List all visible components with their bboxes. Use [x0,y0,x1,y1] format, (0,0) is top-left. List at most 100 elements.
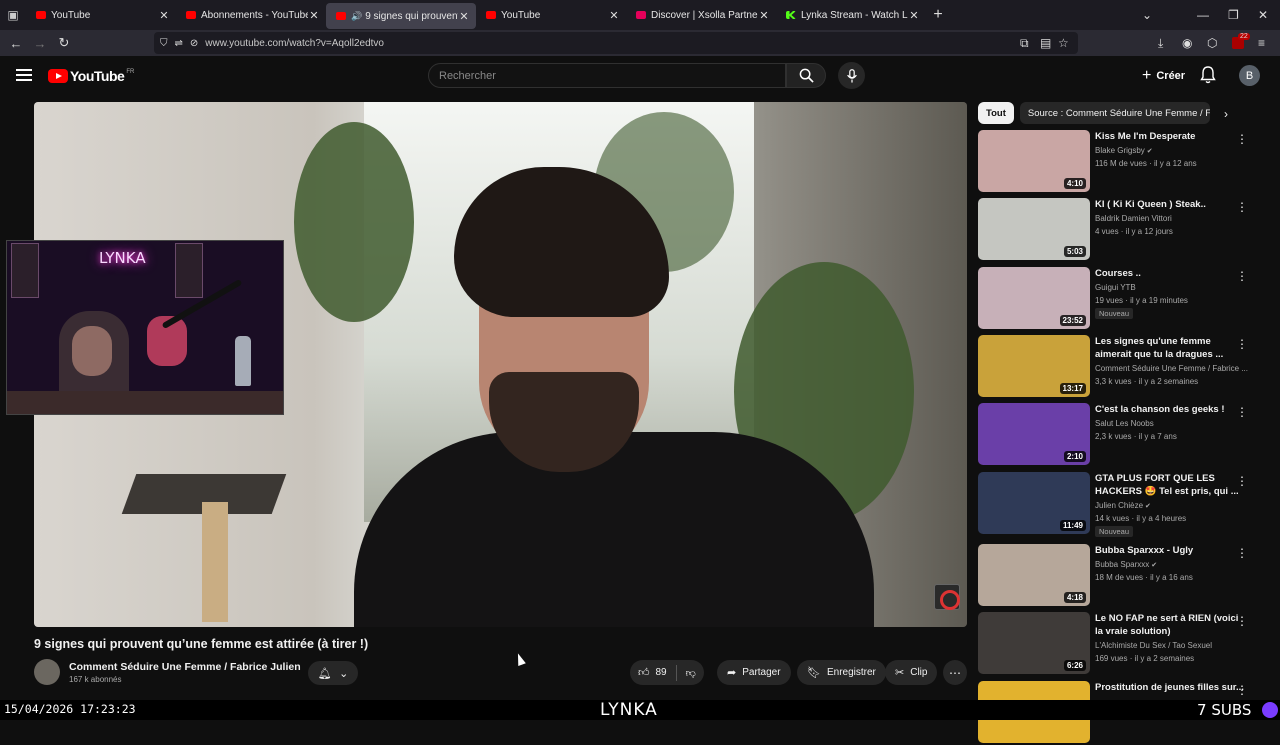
recommendation-item[interactable]: 13:17 Les signes qu'une femme aimerait qu… [978,335,1268,399]
recommendation-item[interactable]: 23:52 Courses .. Guigui YTB 19 vues · il y … [978,267,1268,331]
speaker-icon[interactable]: 🔊 [351,11,362,22]
more-actions-icon[interactable]: ⋯ [943,660,967,685]
hamburger-menu-icon[interactable] [16,69,32,81]
video-thumbnail[interactable]: 4:10 [978,130,1090,192]
browser-tab[interactable]: Discover | Xsolla Partner Netwo ✕ [626,0,776,30]
tab-list-icon[interactable]: ▣ [0,0,26,30]
kebab-menu-icon[interactable]: ⋮ [1236,337,1248,351]
bookmark-star-icon[interactable]: ☆ [1058,30,1069,56]
video-thumbnail[interactable]: 23:52 [978,267,1090,329]
kebab-menu-icon[interactable]: ⋮ [1236,405,1248,419]
app-menu-icon[interactable]: ≡ [1258,30,1265,56]
recommendation-channel[interactable]: Baldrik Damien Vittori [1095,212,1250,225]
browser-tab[interactable]: YouTube ✕ [26,0,176,30]
ublock-icon[interactable]: 22 [1232,30,1250,56]
recommendation-item[interactable]: 2:10 C'est la chanson des geeks ! Salut Le… [978,403,1268,467]
recommendation-channel[interactable]: Bubba Sparxxx ✔ [1095,558,1250,572]
recommendation-item[interactable]: 5:03 KI ( Ki Ki Queen ) Steak.. Baldrik Da… [978,198,1268,262]
recommendation-item[interactable]: 6:26 Le NO FAP ne sert à RIEN (voici la v… [978,612,1268,676]
recommendation-channel[interactable]: Julien Chièze ✔ [1095,499,1250,513]
new-tab-button[interactable]: + [926,6,950,24]
picture-in-picture-icon[interactable]: ⧉ [1020,30,1029,56]
recommendation-channel[interactable]: Comment Séduire Une Femme / Fabrice ... [1095,362,1250,375]
close-tab-icon[interactable]: ✕ [158,9,170,22]
account-icon[interactable]: ◉ [1182,30,1192,56]
recommendation-channel[interactable]: Salut Les Noobs [1095,417,1250,430]
youtube-logo[interactable]: YouTube FR [48,68,134,84]
account-avatar[interactable]: B [1239,65,1260,86]
reload-icon[interactable]: ↻ [52,35,76,51]
kebab-menu-icon[interactable]: ⋮ [1236,683,1248,697]
create-button[interactable]: + Créer [1132,63,1195,88]
recommendation-item[interactable]: 11:49 GTA PLUS FORT QUE LES HACKERS 🤩 Tel… [978,472,1268,537]
recommendation-title[interactable]: KI ( Ki Ki Queen ) Steak.. [1095,198,1247,211]
channel-avatar[interactable] [34,659,60,685]
video-thumbnail[interactable]: 4:18 [978,544,1090,606]
close-tab-icon[interactable]: ✕ [608,9,620,22]
forward-icon[interactable]: → [28,36,52,51]
chip-all[interactable]: Tout [978,102,1014,124]
downloads-icon[interactable]: ⤓ [1158,30,1163,56]
recommendation-title[interactable]: GTA PLUS FORT QUE LES HACKERS 🤩 Tel est … [1095,472,1247,498]
share-button[interactable]: ➦ Partager [717,660,791,685]
close-tab-icon[interactable]: ✕ [758,9,770,22]
kebab-menu-icon[interactable]: ⋮ [1236,269,1248,283]
recommendation-meta: 14 k vues · il y a 4 heures [1095,514,1187,523]
search-button[interactable] [786,63,826,88]
video-thumbnail[interactable]: 11:49 [978,472,1090,534]
recommendation-title[interactable]: C'est la chanson des geeks ! [1095,403,1247,416]
recommendation-title[interactable]: Bubba Sparxxx - Ugly [1095,544,1247,557]
close-window-button[interactable]: ✕ [1258,0,1268,30]
maximize-button[interactable]: ❐ [1228,0,1239,30]
close-tab-icon[interactable]: ✕ [458,10,470,23]
recommendation-channel[interactable]: Guigui YTB [1095,281,1250,294]
channel-name[interactable]: Comment Séduire Une Femme / Fabrice Juli… [69,661,301,673]
video-thumbnail[interactable]: 6:26 [978,612,1090,674]
clip-button[interactable]: ✂ Clip [885,660,938,685]
browser-tab-active[interactable]: 🔊 9 signes qui prouvent qu'u ✕ [326,3,476,29]
video-thumbnail[interactable]: 2:10 [978,403,1090,465]
voice-search-button[interactable] [838,62,865,89]
reader-view-icon[interactable]: ▤ [1040,30,1051,56]
recommendation-channel[interactable]: Blake Grigsby ✔ [1095,144,1250,158]
save-button[interactable]: 🔖︎ Enregistrer [797,660,886,685]
recommendation-title[interactable]: Kiss Me I'm Desperate [1095,130,1247,143]
kebab-menu-icon[interactable]: ⋮ [1236,200,1248,214]
dislike-button[interactable]: 👎︎ [686,667,696,679]
kebab-menu-icon[interactable]: ⋮ [1236,546,1248,560]
no-autoplay-icon[interactable]: ⊘ [190,38,198,49]
search-input[interactable]: Rechercher [428,63,786,88]
permissions-icon[interactable]: ⇌ [175,38,183,49]
notifications-bell-icon[interactable] [1200,66,1216,89]
tab-overflow-chevron-icon[interactable]: ⌄ [1142,0,1152,30]
kebab-menu-icon[interactable]: ⋮ [1236,132,1248,146]
minimize-button[interactable]: — [1197,0,1209,30]
recommendation-title[interactable]: Le NO FAP ne sert à RIEN (voici la vraie… [1095,612,1247,638]
subscription-bell-button[interactable]: 🔔︎ ⌄ [308,661,358,685]
close-tab-icon[interactable]: ✕ [308,9,320,22]
chip-source[interactable]: Source : Comment Séduire Une Femme / Fab… [1019,102,1210,124]
recommendation-item[interactable]: 4:10 Kiss Me I'm Desperate Blake Grigsby ✔… [978,130,1268,194]
video-thumbnail[interactable]: 5:03 [978,198,1090,260]
recommendation-title[interactable]: Courses .. [1095,267,1247,280]
recommendation-title[interactable]: Prostitution de jeunes filles sur... [1095,681,1247,694]
like-button[interactable]: 👍︎ 89 [638,666,667,679]
back-icon[interactable]: ← [4,36,28,51]
address-bar[interactable]: ⛉ ⇌ ⊘ www.youtube.com/watch?v=Aqoll2edtv… [154,32,1078,54]
video-thumbnail[interactable]: 13:17 [978,335,1090,397]
kebab-menu-icon[interactable]: ⋮ [1236,474,1248,488]
channel-watermark-icon[interactable] [934,584,960,610]
microphone-icon [846,68,857,83]
chevron-right-icon[interactable]: › [1224,107,1228,121]
kebab-menu-icon[interactable]: ⋮ [1236,614,1248,628]
recommendation-channel[interactable]: L'Alchimiste Du Sex / Tao Sexuel [1095,639,1250,652]
shield-icon[interactable]: ⛉ [160,38,168,49]
browser-tab[interactable]: YouTube ✕ [476,0,626,30]
browser-tab[interactable]: Lynka Stream - Watch Live on K ✕ [776,0,926,30]
close-tab-icon[interactable]: ✕ [908,9,920,22]
url-text[interactable]: www.youtube.com/watch?v=Aqoll2edtvo [205,38,384,49]
extensions-icon[interactable]: ⬡ [1207,30,1217,56]
browser-tab[interactable]: Abonnements - YouTube ✕ [176,0,326,30]
recommendation-title[interactable]: Les signes qu'une femme aimerait que tu … [1095,335,1247,361]
recommendation-item[interactable]: 4:18 Bubba Sparxxx - Ugly Bubba Sparxxx ✔ 1… [978,544,1268,608]
